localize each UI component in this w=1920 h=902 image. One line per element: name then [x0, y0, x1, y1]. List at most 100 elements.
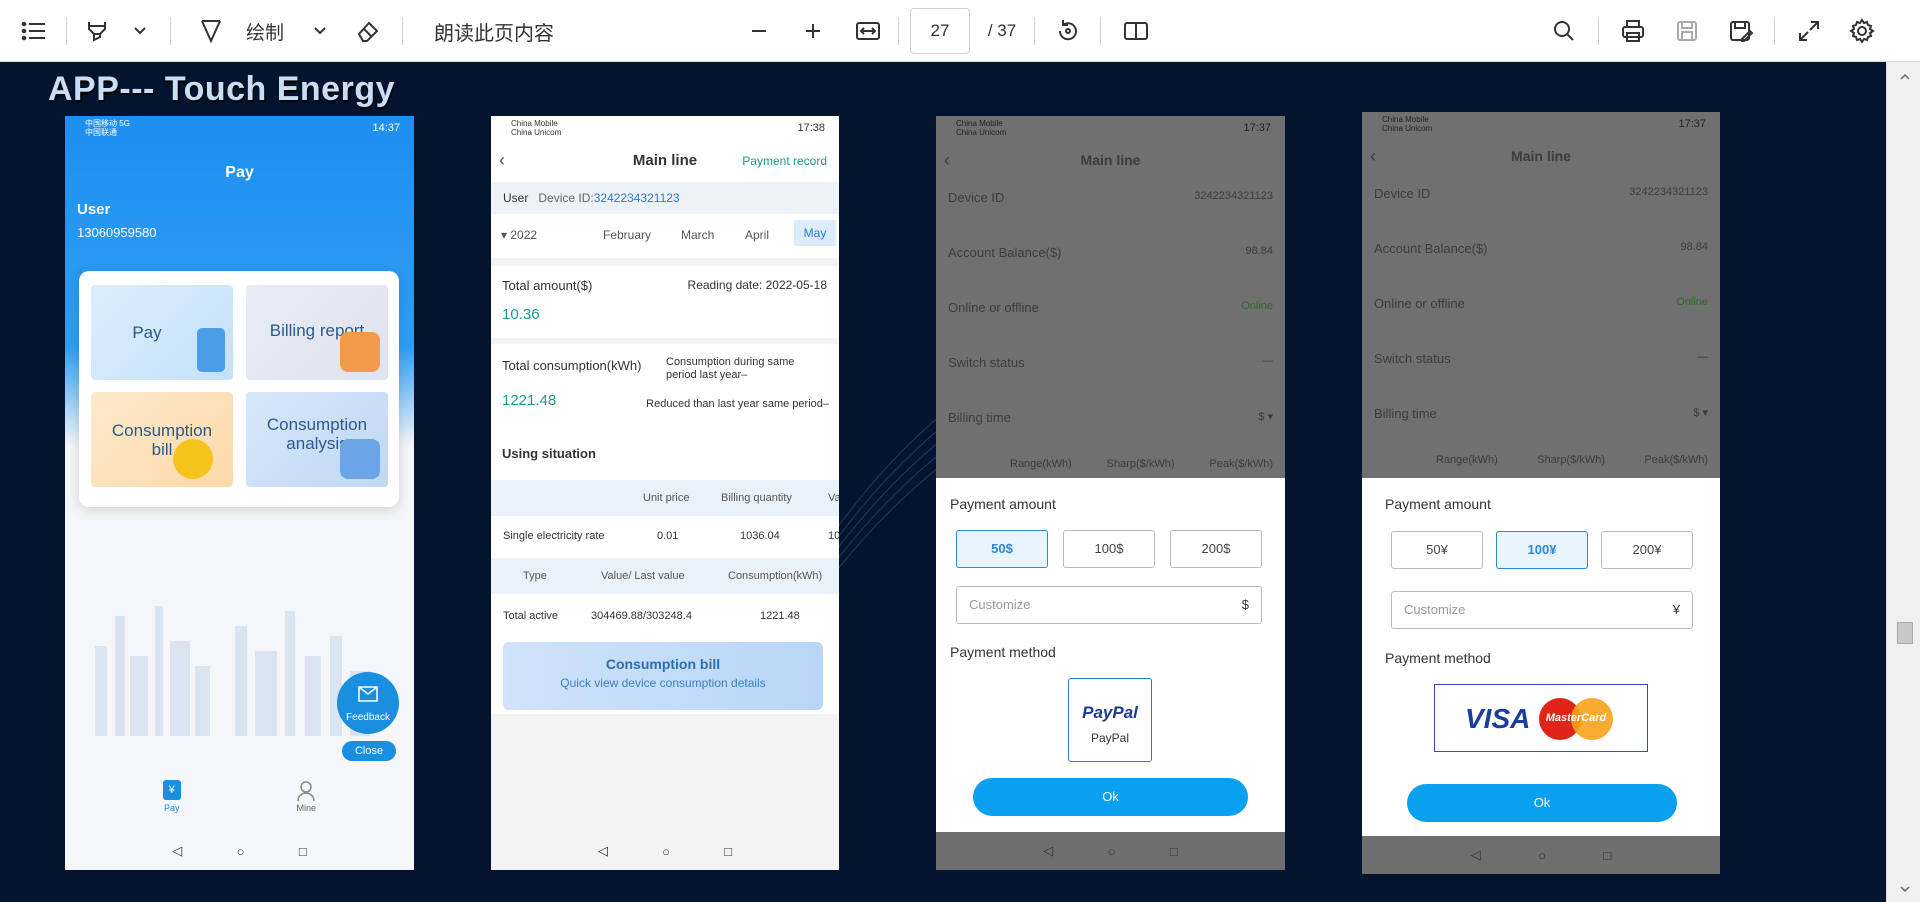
ok-button[interactable]: Ok: [1407, 784, 1677, 822]
scroll-up-icon[interactable]: [1900, 72, 1910, 82]
total-pages: / 37: [987, 21, 1017, 40]
pdf-page: APP--- Touch Energy 中国移动 5G 中国联通 14:37 Pa…: [0, 62, 1886, 902]
search-icon[interactable]: [1548, 0, 1580, 62]
status-time: 17:37: [1678, 118, 1706, 130]
print-icon[interactable]: [1616, 0, 1650, 62]
rotate-icon[interactable]: [1052, 0, 1084, 62]
tab-mine[interactable]: Mine: [296, 780, 316, 832]
consumption-bill-banner[interactable]: Consumption bill Quick view device consu…: [503, 642, 823, 710]
customize-amount-input[interactable]: Customize $: [956, 586, 1262, 624]
payment-sheet: Payment amount 50¥ 100¥ 200¥ Customize ¥…: [1362, 478, 1720, 836]
pdf-toolbar: 绘制 朗读此页内容 27 / 37: [0, 0, 1920, 62]
month-march[interactable]: March: [681, 228, 714, 242]
phone-pay-icon: [197, 328, 225, 372]
recents-nav-icon[interactable]: □: [299, 844, 307, 859]
total-amount-label: Total amount($): [502, 278, 593, 293]
amount-50-option[interactable]: 50$: [956, 530, 1048, 568]
amount-50-option[interactable]: 50¥: [1391, 531, 1483, 569]
info-row: Switch status —: [1374, 351, 1708, 366]
android-nav-bar: ◁ ○ □: [936, 832, 1285, 870]
mail-icon: [358, 686, 378, 702]
consumption-analysis-tile[interactable]: Consumption analysis: [246, 392, 388, 487]
rate-header-row: Range(kWh) Sharp($/kWh) Peak($/kWh): [1010, 458, 1273, 470]
status-bar: 中国移动 5G 中国联通 14:37: [85, 119, 400, 137]
save-icon[interactable]: [1670, 0, 1704, 62]
customize-amount-input[interactable]: Customize ¥: [1391, 591, 1693, 629]
scroll-down-icon[interactable]: [1900, 884, 1910, 894]
billing-report-tile[interactable]: Billing report: [246, 285, 388, 380]
tab-pay[interactable]: ¥ Pay: [162, 780, 181, 832]
month-february[interactable]: February: [603, 228, 651, 242]
year-selector[interactable]: ▾ 2022: [501, 228, 537, 242]
zoom-in-icon[interactable]: [798, 0, 828, 62]
info-row: Billing time $ ▾: [948, 410, 1273, 425]
consumption-bill-tile[interactable]: Consumption bill: [91, 392, 233, 487]
recents-nav-icon[interactable]: □: [724, 844, 732, 859]
vertical-scrollbar[interactable]: [1886, 62, 1920, 902]
month-may-selected[interactable]: May: [794, 220, 836, 246]
feedback-button[interactable]: Feedback: [337, 672, 399, 734]
contents-list-icon[interactable]: [16, 0, 52, 62]
settings-gear-icon[interactable]: [1844, 0, 1880, 62]
payment-method-label: Payment method: [950, 644, 1056, 660]
report-inbox-icon: [340, 332, 380, 372]
page-title: Main line: [1511, 148, 1571, 164]
close-button[interactable]: Close: [342, 741, 396, 761]
current-page-input[interactable]: 27: [910, 8, 970, 54]
device-row: User Device ID:3242234321123: [491, 182, 839, 214]
back-nav-icon[interactable]: ◁: [1471, 847, 1481, 863]
back-nav-icon[interactable]: ◁: [1043, 843, 1053, 859]
menu-card: Pay Billing report Consumption bill Cons…: [79, 271, 399, 507]
table2-header: Type Value/ Last value Consumption(kWh): [491, 558, 839, 594]
info-row: Online or offline Online: [1374, 296, 1708, 311]
status-time: 14:37: [372, 122, 400, 134]
fit-width-icon[interactable]: [852, 0, 884, 62]
amount-200-option[interactable]: 200¥: [1601, 531, 1693, 569]
draw-icon[interactable]: [196, 0, 226, 62]
draw-button-label[interactable]: 绘制: [240, 0, 290, 62]
info-row: Online or offline Online: [948, 300, 1273, 315]
back-nav-icon[interactable]: ◁: [598, 843, 608, 859]
home-nav-icon[interactable]: ○: [237, 844, 245, 859]
page-title: Pay: [225, 164, 254, 181]
amount-100-option[interactable]: 100$: [1063, 530, 1155, 568]
eraser-icon[interactable]: [352, 0, 384, 62]
coin-icon: [173, 439, 213, 479]
consumption-panel: Total consumption(kWh) Consumption durin…: [491, 344, 839, 434]
payment-record-link[interactable]: Payment record: [742, 154, 827, 168]
card-payment-option[interactable]: VISA MasterCard: [1434, 684, 1648, 752]
recents-nav-icon[interactable]: □: [1170, 844, 1178, 859]
highlighter-options-chevron-icon[interactable]: [128, 0, 152, 62]
recents-nav-icon[interactable]: □: [1603, 848, 1611, 863]
page-view-icon[interactable]: [1120, 0, 1152, 62]
paypal-option[interactable]: PayPal PayPal: [1068, 678, 1152, 762]
ok-button[interactable]: Ok: [973, 778, 1248, 816]
highlighter-icon[interactable]: [80, 0, 114, 62]
table-row: Single electricity rate 0.01 1036.04 10: [503, 530, 839, 542]
phone-main-line-details: China Mobile China Unicom 17:38 ‹ Main li…: [491, 116, 839, 870]
draw-options-chevron-icon[interactable]: [308, 0, 332, 62]
table1-header: Unit price Billing quantity Va: [491, 480, 839, 516]
amount-100-option[interactable]: 100¥: [1496, 531, 1588, 569]
amount-200-option[interactable]: 200$: [1170, 530, 1262, 568]
home-nav-icon[interactable]: ○: [662, 844, 670, 859]
info-row: Switch status —: [948, 355, 1273, 370]
payment-method-label: Payment method: [1385, 650, 1491, 666]
currency-symbol: ¥: [1672, 602, 1680, 617]
same-period-text: Consumption during same period last year…: [666, 356, 795, 381]
pay-tile[interactable]: Pay: [91, 285, 233, 380]
using-situation-heading: Using situation: [502, 446, 596, 461]
fullscreen-icon[interactable]: [1792, 0, 1826, 62]
back-nav-icon[interactable]: ◁: [172, 843, 182, 859]
user-phone: 13060959580: [77, 225, 157, 240]
save-as-icon[interactable]: [1724, 0, 1758, 62]
zoom-out-icon[interactable]: [744, 0, 774, 62]
home-nav-icon[interactable]: ○: [1538, 848, 1546, 863]
android-nav-bar: ◁ ○ □: [65, 832, 414, 870]
scrollbar-thumb[interactable]: [1897, 622, 1913, 644]
dimmed-background: ‹ Main line Device ID 3242234321123 Accou…: [1362, 136, 1720, 498]
total-amount-value: 10.36: [502, 306, 540, 323]
month-april[interactable]: April: [745, 228, 769, 242]
read-aloud-button[interactable]: 朗读此页内容: [424, 0, 564, 62]
home-nav-icon[interactable]: ○: [1108, 844, 1116, 859]
